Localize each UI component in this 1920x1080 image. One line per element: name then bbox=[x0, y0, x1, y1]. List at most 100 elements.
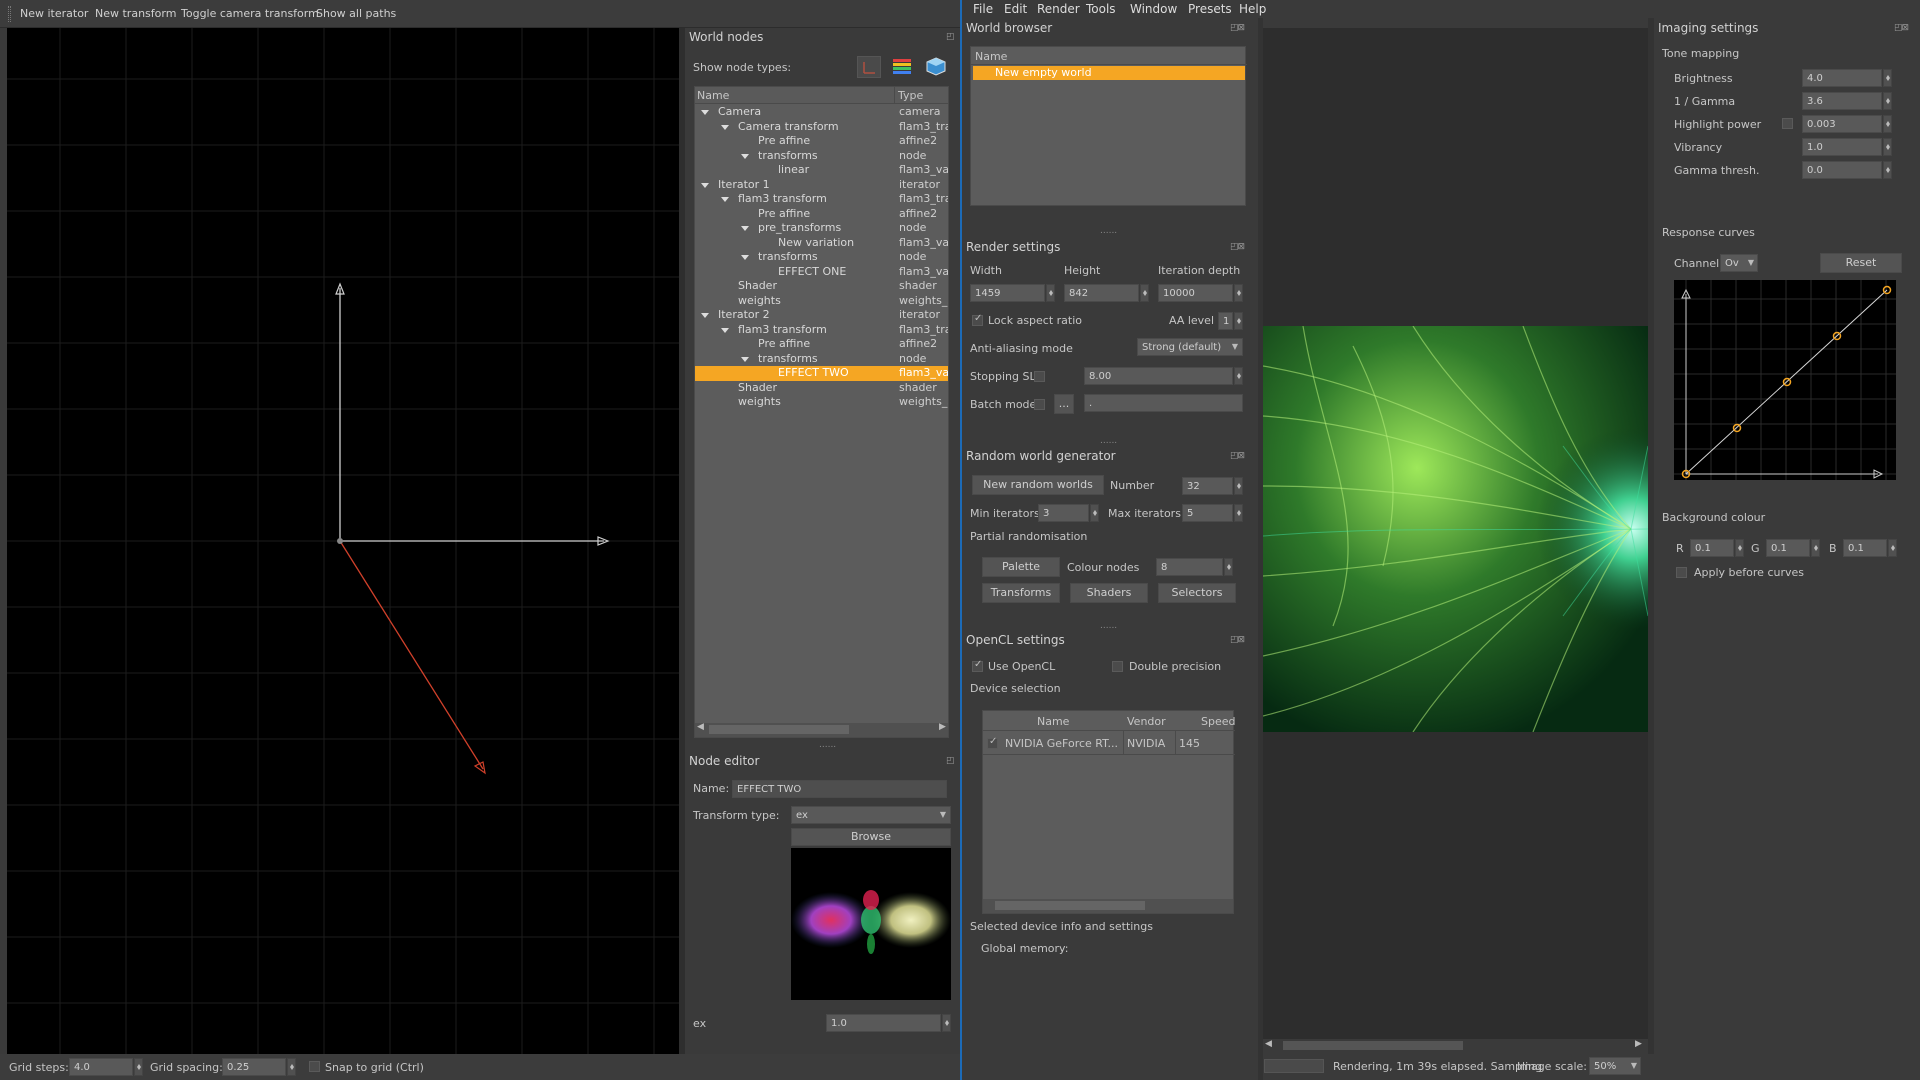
height-spinner[interactable] bbox=[1140, 284, 1149, 302]
device-col-name[interactable]: Name bbox=[1037, 715, 1069, 728]
node-name-input[interactable]: EFFECT TWO bbox=[732, 780, 947, 798]
tree-row[interactable]: EFFECT ONE flam3_var bbox=[695, 265, 948, 280]
menu-presets[interactable]: Presets bbox=[1188, 2, 1232, 16]
tone-param-input[interactable]: 1.0 bbox=[1802, 138, 1882, 156]
snap-to-grid-checkbox[interactable] bbox=[309, 1061, 320, 1072]
expand-arrow-icon[interactable] bbox=[701, 182, 709, 188]
min-iterators-input[interactable]: 3 bbox=[1038, 504, 1089, 522]
colour-nodes-input[interactable]: 8 bbox=[1156, 558, 1223, 576]
node-type-palette-toggle[interactable] bbox=[891, 56, 915, 78]
tree-row[interactable]: linear flam3_var bbox=[695, 163, 948, 178]
device-row[interactable]: NVIDIA GeForce RT... NVIDIA 145 bbox=[983, 731, 1235, 755]
min-iterators-spinner[interactable] bbox=[1090, 504, 1099, 522]
new-transform-button[interactable]: New transform bbox=[95, 7, 176, 20]
device-hscroll-thumb[interactable] bbox=[995, 901, 1145, 910]
grid-spacing-spinner[interactable] bbox=[287, 1058, 296, 1076]
tone-param-input[interactable]: 0.0 bbox=[1802, 161, 1882, 179]
lock-aspect-checkbox[interactable] bbox=[972, 313, 983, 326]
tree-row[interactable]: Pre affine affine2 bbox=[695, 337, 948, 352]
col-type-header[interactable]: Type bbox=[898, 89, 923, 102]
tree-row[interactable]: flam3 transform flam3_tra bbox=[695, 323, 948, 338]
world-list-item[interactable]: New empty world bbox=[973, 66, 1245, 80]
highlight-power-checkbox[interactable] bbox=[1782, 118, 1793, 129]
palette-button[interactable]: Palette bbox=[982, 557, 1060, 577]
tree-row[interactable]: Camera camera bbox=[695, 105, 948, 120]
world-list[interactable]: Name New empty world bbox=[970, 46, 1247, 206]
splitter-handle[interactable]: ...... bbox=[819, 740, 836, 750]
tone-param-spinner[interactable] bbox=[1883, 69, 1892, 87]
aa-level-input[interactable]: 1 bbox=[1218, 312, 1233, 330]
node-type-transform-toggle[interactable] bbox=[857, 56, 881, 78]
menu-tools[interactable]: Tools bbox=[1086, 2, 1116, 16]
height-input[interactable]: 842 bbox=[1064, 284, 1139, 302]
tree-row[interactable]: transforms node bbox=[695, 352, 948, 367]
scroll-right-icon[interactable]: ▶ bbox=[1635, 1039, 1642, 1049]
tone-param-spinner[interactable] bbox=[1883, 92, 1892, 110]
bg-r-spinner[interactable] bbox=[1735, 539, 1744, 557]
curve-control-point[interactable] bbox=[1732, 423, 1742, 433]
tone-param-input[interactable]: 0.003 bbox=[1802, 115, 1882, 133]
splitter-handle[interactable]: ...... bbox=[1100, 436, 1117, 446]
new-iterator-button[interactable]: New iterator bbox=[20, 7, 88, 20]
expand-arrow-icon[interactable] bbox=[701, 313, 709, 318]
device-col-speed[interactable]: Speed bbox=[1201, 715, 1235, 728]
new-random-worlds-button[interactable]: New random worlds bbox=[972, 475, 1104, 495]
browse-button[interactable]: Browse bbox=[791, 828, 951, 846]
device-table[interactable]: Name Vendor Speed NVIDIA GeForce RT... N… bbox=[982, 710, 1235, 914]
iteration-depth-spinner[interactable] bbox=[1234, 284, 1243, 302]
grid-steps-input[interactable]: 4.0 bbox=[69, 1058, 133, 1076]
tree-row[interactable]: weights weights_s bbox=[695, 294, 948, 309]
device-hscrollbar[interactable] bbox=[983, 899, 1233, 913]
expand-arrow-icon[interactable] bbox=[741, 226, 749, 231]
show-all-paths-button[interactable]: Show all paths bbox=[316, 7, 396, 20]
tree-row[interactable]: Iterator 1 iterator bbox=[695, 178, 948, 193]
tree-row[interactable]: transforms node bbox=[695, 250, 948, 265]
tree-row[interactable]: Shader shader bbox=[695, 381, 948, 396]
stopping-sl-input[interactable]: 8.00 bbox=[1084, 367, 1233, 385]
tree-row[interactable]: Pre affine affine2 bbox=[695, 207, 948, 222]
world-nodes-tree[interactable]: Name Type Camera camera Camera transform fl… bbox=[694, 86, 949, 738]
expand-arrow-icon[interactable] bbox=[721, 197, 729, 202]
tree-row[interactable]: pre_transforms node bbox=[695, 221, 948, 236]
use-opencl-checkbox[interactable] bbox=[972, 659, 983, 672]
expand-arrow-icon[interactable] bbox=[741, 153, 749, 159]
image-scale-select[interactable]: 50% ▼ bbox=[1589, 1057, 1641, 1075]
panel-float-close-icon[interactable]: ◰⊠ bbox=[1894, 23, 1910, 33]
scroll-right-icon[interactable]: ▶ bbox=[939, 722, 946, 732]
tone-param-spinner[interactable] bbox=[1883, 138, 1892, 156]
reset-curves-button[interactable]: Reset bbox=[1820, 253, 1902, 273]
param-ex-spinner[interactable] bbox=[942, 1014, 951, 1032]
menu-window[interactable]: Window bbox=[1130, 2, 1177, 16]
scroll-left-icon[interactable]: ◀ bbox=[697, 722, 704, 732]
shaders-button[interactable]: Shaders bbox=[1070, 583, 1148, 603]
toggle-camera-transform-button[interactable]: Toggle camera transform bbox=[181, 7, 319, 20]
tone-param-spinner[interactable] bbox=[1883, 161, 1892, 179]
param-ex-input[interactable]: 1.0 bbox=[826, 1014, 941, 1032]
tree-row[interactable]: Camera transform flam3_tra bbox=[695, 120, 948, 135]
channel-select[interactable]: Ov ▼ bbox=[1720, 254, 1758, 272]
colour-nodes-spinner[interactable] bbox=[1224, 558, 1233, 576]
aa-mode-select[interactable]: Strong (default) ▼ bbox=[1137, 338, 1243, 356]
panel-float-close-icon[interactable]: ◰⊠ bbox=[1230, 242, 1246, 252]
splitter-handle[interactable]: ...... bbox=[1100, 226, 1117, 236]
toolbar-grip[interactable] bbox=[8, 6, 11, 22]
device-col-vendor[interactable]: Vendor bbox=[1127, 715, 1166, 728]
render-hscroll-thumb[interactable] bbox=[1283, 1041, 1463, 1050]
tree-row[interactable]: transforms node bbox=[695, 149, 948, 164]
transforms-button[interactable]: Transforms bbox=[982, 583, 1060, 603]
number-spinner[interactable] bbox=[1234, 477, 1243, 495]
bg-b-input[interactable]: 0.1 bbox=[1843, 539, 1887, 557]
apply-before-curves-checkbox[interactable] bbox=[1676, 567, 1687, 578]
transform-type-select[interactable]: ex ▼ bbox=[791, 806, 951, 824]
max-iterators-input[interactable]: 5 bbox=[1182, 504, 1233, 522]
tree-hscrollbar[interactable]: ◀ ▶ bbox=[695, 722, 948, 737]
batch-browse-button[interactable]: ... bbox=[1054, 394, 1074, 414]
expand-arrow-icon[interactable] bbox=[701, 110, 709, 115]
iteration-depth-input[interactable]: 10000 bbox=[1158, 284, 1233, 302]
node-type-shader-toggle[interactable] bbox=[925, 56, 949, 78]
tree-row[interactable]: Shader shader bbox=[695, 279, 948, 294]
transform-canvas[interactable] bbox=[7, 28, 679, 1054]
width-spinner[interactable] bbox=[1046, 284, 1055, 302]
menu-help[interactable]: Help bbox=[1239, 2, 1266, 16]
tree-row[interactable]: New variation flam3_var bbox=[695, 236, 948, 251]
